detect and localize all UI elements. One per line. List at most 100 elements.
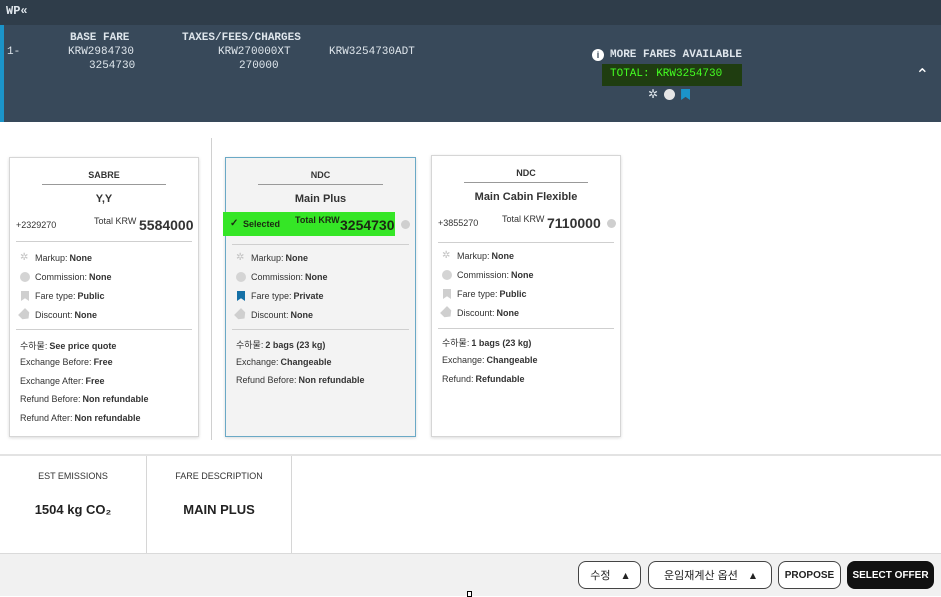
commission-row: Commission: None bbox=[442, 270, 534, 280]
commission-row: Commission: None bbox=[20, 272, 112, 282]
more-fares-label: MORE FARES AVAILABLE bbox=[610, 49, 743, 61]
edit-label: 수정 bbox=[590, 570, 611, 582]
fare-description-panel: FARE DESCRIPTION MAIN PLUS bbox=[147, 456, 292, 553]
price-difference: +3855270 bbox=[438, 218, 479, 228]
divider bbox=[16, 241, 192, 242]
bookmark-icon bbox=[21, 291, 29, 301]
divider bbox=[438, 242, 614, 243]
markup-row: ✲ Markup: None bbox=[20, 252, 93, 264]
gear-icon: ✲ bbox=[20, 252, 29, 263]
bookmark-icon bbox=[681, 89, 691, 100]
emissions-panel: EST EMISSIONS 1504 kg CO₂ bbox=[0, 456, 147, 553]
fare-type-row: Fare type: Private bbox=[236, 291, 324, 301]
total-label: Total KRW bbox=[295, 215, 340, 225]
fare-source: SABRE bbox=[88, 170, 120, 180]
emissions-value: 1504 kg CO₂ bbox=[34, 502, 112, 517]
fare-name: Main Cabin Flexible bbox=[474, 191, 578, 203]
fare-card-sabre[interactable]: SABRE Y,Y +2329270 Total KRW 5584000 ✲ M… bbox=[9, 157, 199, 437]
total-value: 5584000 bbox=[139, 217, 194, 233]
fare-name: Y,Y bbox=[95, 193, 113, 205]
select-offer-button[interactable]: SELECT OFFER bbox=[847, 561, 934, 589]
info-icon[interactable] bbox=[401, 220, 410, 229]
line-number: 1- bbox=[7, 46, 21, 58]
taxes-header: TAXES/FEES/CHARGES bbox=[182, 32, 301, 44]
detail-row: 수하물: 2 bags (23 kg) bbox=[236, 339, 326, 351]
detail-row: 수하물: See price quote bbox=[20, 340, 117, 352]
markup-row: ✲ Markup: None bbox=[442, 250, 515, 262]
detail-row: Refund: Refundable bbox=[442, 374, 525, 384]
circle-icon bbox=[236, 272, 246, 282]
emissions-label: EST EMISSIONS bbox=[38, 471, 108, 481]
fare-source: NDC bbox=[310, 170, 331, 180]
markup-row: ✲ Markup: None bbox=[236, 252, 309, 264]
tag-icon bbox=[18, 308, 32, 322]
taxes-equiv: 270000 bbox=[239, 60, 279, 72]
fare-description-value: MAIN PLUS bbox=[183, 502, 255, 517]
detail-row: Exchange Before: Free bbox=[20, 357, 113, 367]
gear-icon: ✲ bbox=[442, 250, 451, 261]
collapse-chevron-icon[interactable]: ⌃ bbox=[916, 65, 929, 84]
gear-icon: ✲ bbox=[236, 252, 245, 263]
discount-row: Discount: None bbox=[20, 310, 97, 320]
price-difference: +2329270 bbox=[16, 220, 57, 230]
circle-icon bbox=[20, 272, 30, 282]
top-bar: WP« bbox=[0, 0, 941, 25]
total-label: Total KRW bbox=[94, 216, 137, 226]
taxes-value: KRW270000XT bbox=[218, 46, 291, 58]
summary-icons: ✲ bbox=[648, 87, 691, 102]
reprice-label: 운임재계산 옵션 bbox=[663, 570, 738, 582]
gear-icon: ✲ bbox=[648, 88, 659, 102]
total-label: Total KRW bbox=[502, 214, 545, 224]
total-adt: KRW3254730ADT bbox=[329, 46, 415, 58]
divider bbox=[438, 328, 614, 329]
circle-icon bbox=[442, 270, 452, 280]
divider bbox=[42, 184, 166, 185]
fare-summary-panel: 1- BASE FARE KRW2984730 3254730 TAXES/FE… bbox=[0, 25, 941, 122]
fare-source: NDC bbox=[516, 168, 536, 178]
bookmark-icon bbox=[237, 291, 245, 301]
divider bbox=[232, 329, 409, 330]
detail-row: Exchange: Changeable bbox=[442, 355, 538, 365]
base-fare-equiv: 3254730 bbox=[89, 60, 136, 72]
check-icon: ✓ bbox=[230, 218, 239, 229]
info-icon[interactable] bbox=[607, 219, 616, 228]
detail-row: Refund Before: Non refundable bbox=[236, 375, 365, 385]
tag-icon bbox=[440, 306, 454, 320]
caret-up-icon: ▲ bbox=[622, 570, 629, 580]
edit-dropdown-button[interactable]: 수정 ▲ bbox=[578, 561, 641, 589]
circle-icon bbox=[664, 89, 676, 100]
detail-row: Exchange: Changeable bbox=[236, 357, 332, 367]
discount-row: Discount: None bbox=[442, 308, 519, 318]
divider bbox=[258, 184, 383, 185]
divider bbox=[232, 244, 409, 245]
detail-row: Refund After: Non refundable bbox=[20, 413, 141, 423]
info-icon: i bbox=[592, 49, 604, 61]
more-fares-link[interactable]: i MORE FARES AVAILABLE bbox=[592, 49, 742, 61]
total-value: 3254730 bbox=[340, 217, 395, 233]
detail-row: Exchange After: Free bbox=[20, 376, 105, 386]
fare-card-main-cabin-flexible[interactable]: NDC Main Cabin Flexible +3855270 Total K… bbox=[431, 155, 621, 437]
footer-bar: 수정 ▲ 운임재계산 옵션 ▲ PROPOSE SELECT OFFER bbox=[0, 553, 941, 596]
fare-type-row: Fare type: Public bbox=[20, 291, 105, 301]
selected-highlight: ✓ Selected Total KRW 3254730 bbox=[223, 212, 395, 236]
caret-up-icon: ▲ bbox=[749, 570, 757, 580]
fare-options-area: SABRE Y,Y +2329270 Total KRW 5584000 ✲ M… bbox=[0, 122, 941, 454]
total-highlight: TOTAL: KRW3254730 bbox=[602, 64, 742, 86]
commission-row: Commission: None bbox=[236, 272, 328, 282]
discount-row: Discount: None bbox=[236, 310, 313, 320]
base-fare-value: KRW2984730 bbox=[68, 46, 135, 58]
fare-type-row: Fare type: Public bbox=[442, 289, 527, 299]
tag-icon bbox=[234, 308, 248, 322]
fare-card-main-plus[interactable]: NDC Main Plus ✓ Selected Total KRW 32547… bbox=[223, 157, 416, 437]
divider bbox=[211, 138, 212, 440]
detail-row: Refund Before: Non refundable bbox=[20, 394, 149, 404]
selected-label: Selected bbox=[243, 219, 281, 229]
base-fare-header: BASE FARE bbox=[70, 32, 130, 44]
propose-button[interactable]: PROPOSE bbox=[778, 561, 841, 589]
detail-row: 수하물: 1 bags (23 kg) bbox=[442, 337, 532, 349]
bookmark-icon bbox=[443, 289, 451, 299]
fare-name: Main Plus bbox=[294, 193, 347, 205]
total-value: 7110000 bbox=[547, 215, 601, 231]
divider bbox=[464, 182, 588, 183]
reprice-options-button[interactable]: 운임재계산 옵션 ▲ bbox=[648, 561, 772, 589]
